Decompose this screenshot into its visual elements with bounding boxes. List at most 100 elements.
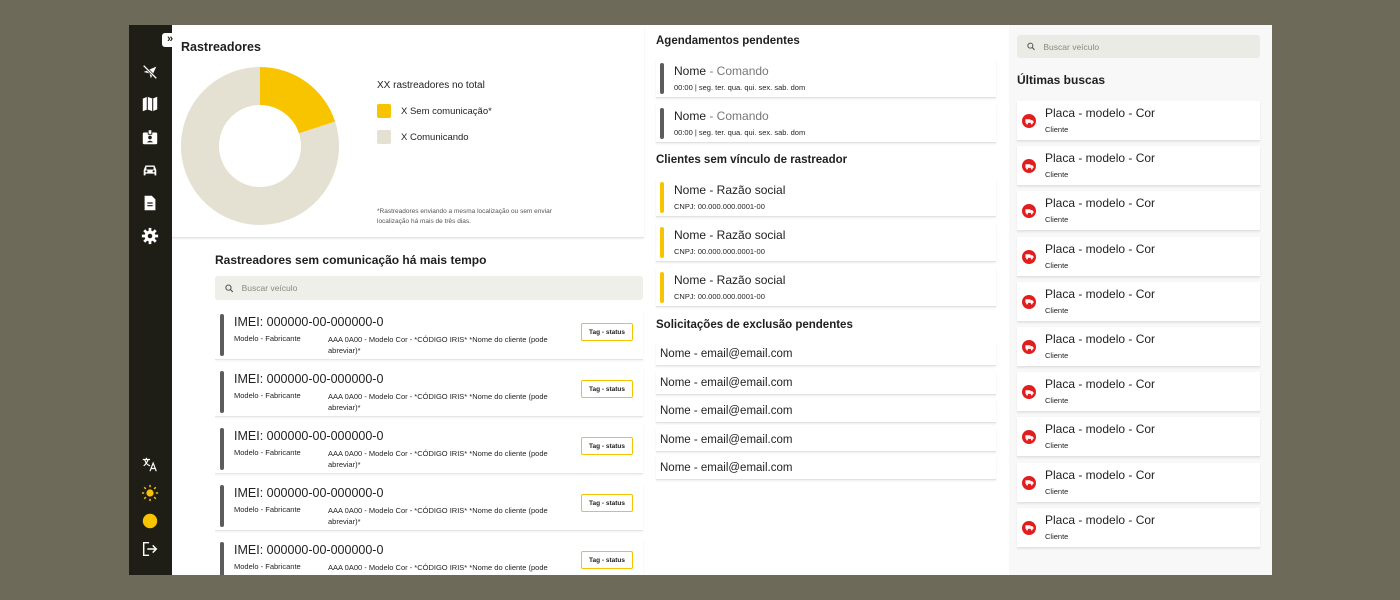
recent-item-client: Cliente xyxy=(1045,170,1069,180)
recent-search-item[interactable]: Placa - modelo - Cor Cliente xyxy=(1017,281,1260,322)
client-name: Nome - Razão social xyxy=(674,183,786,197)
exclusion-item[interactable]: Nome - email@email.com xyxy=(656,428,996,452)
recent-item-name: Placa - modelo - Cor xyxy=(1045,106,1156,120)
imei-label: IMEI: 000000-00-000000-0 xyxy=(234,486,384,500)
recent-search-item[interactable]: Placa - modelo - Cor Cliente xyxy=(1017,507,1260,548)
recent-search-item[interactable]: Placa - modelo - Cor Cliente xyxy=(1017,236,1260,277)
recent-item-client: Cliente xyxy=(1045,531,1069,541)
legend-swatch-comm xyxy=(377,130,391,144)
status-tag[interactable]: Tag - status xyxy=(581,551,633,569)
recent-item-client: Cliente xyxy=(1045,351,1069,360)
model-label: Modelo - Fabricante xyxy=(234,334,301,343)
recent-item-name: Placa - modelo - Cor xyxy=(1045,377,1156,392)
logout-icon[interactable] xyxy=(141,540,159,558)
imei-label: IMEI: 000000-00-000000-0 xyxy=(234,372,384,386)
recent-search-input[interactable] xyxy=(1043,41,1260,52)
recent-search-item[interactable]: Placa - modelo - Cor Cliente xyxy=(1017,101,1260,141)
status-tag[interactable]: Tag - status xyxy=(581,494,633,512)
client-name: Nome - Razão social xyxy=(674,228,786,242)
tracker-row[interactable]: IMEI: 000000-00-000000-0 Modelo - Fabric… xyxy=(215,424,643,474)
tracker-row[interactable]: IMEI: 000000-00-000000-0 Modelo - Fabric… xyxy=(215,367,643,417)
app-window: » Rastreadores XX rastreadores no total … xyxy=(129,25,1272,575)
trackers-title: Rastreadores xyxy=(181,40,261,54)
vehicle-search-input[interactable] xyxy=(241,283,643,293)
status-bar xyxy=(660,227,664,258)
vehicle-description: AAA 0A00 - Modelo Cor - *CÓDIGO IRIS* *N… xyxy=(328,563,548,575)
donut-slice-0 xyxy=(260,67,336,134)
clients-title: Clientes sem vínculo de rastreador xyxy=(656,154,848,166)
no-comm-title: Rastreadores sem comunicação há mais tem… xyxy=(215,253,487,267)
trackers-donut-chart xyxy=(181,67,339,225)
recent-search-item[interactable]: Placa - modelo - Cor Cliente xyxy=(1017,146,1260,187)
schedule-time: 00:00 | seg. ter. qua. qui. sex. sab. do… xyxy=(674,83,806,92)
legend-swatch-no-comm xyxy=(377,104,391,118)
imei-label: IMEI: 000000-00-000000-0 xyxy=(234,429,384,443)
status-dot-icon[interactable] xyxy=(141,512,159,530)
tracker-row[interactable]: IMEI: 000000-00-000000-0 Modelo - Fabric… xyxy=(215,310,643,360)
recent-item-name: Placa - modelo - Cor xyxy=(1045,467,1156,482)
truck-icon xyxy=(1022,475,1036,490)
tracker-row[interactable]: IMEI: 000000-00-000000-0 Modelo - Fabric… xyxy=(215,538,643,575)
recent-search-item[interactable]: Placa - modelo - Cor Cliente xyxy=(1017,327,1260,367)
recent-item-name: Placa - modelo - Cor xyxy=(1045,241,1156,256)
schedule-time: 00:00 | seg. ter. qua. qui. sex. sab. do… xyxy=(674,128,806,137)
settings-icon[interactable] xyxy=(141,227,159,245)
imei-label: IMEI: 000000-00-000000-0 xyxy=(234,315,384,329)
no-location-icon[interactable] xyxy=(141,63,159,81)
recent-search-item[interactable]: Placa - modelo - Cor Cliente xyxy=(1017,417,1260,458)
vehicle-search-bar xyxy=(215,276,643,300)
car-icon[interactable] xyxy=(141,161,159,179)
client-cnpj: CNPJ: 00.000.000.0001-00 xyxy=(674,292,765,301)
map-icon[interactable] xyxy=(141,95,159,113)
truck-icon xyxy=(1022,385,1036,400)
recent-search-bar xyxy=(1017,35,1260,58)
status-bar xyxy=(220,428,224,470)
status-bar xyxy=(220,371,224,413)
recent-title: Últimas buscas xyxy=(1017,73,1106,87)
exclusion-item[interactable]: Nome - email@email.com xyxy=(656,456,996,480)
schedules-title: Agendamentos pendentes xyxy=(656,35,800,47)
trackers-total-text: XX rastreadores no total xyxy=(377,80,485,91)
recent-search-item[interactable]: Placa - modelo - Cor Cliente xyxy=(1017,462,1260,503)
recent-item-name: Placa - modelo - Cor xyxy=(1045,512,1156,527)
model-label: Modelo - Fabricante xyxy=(234,448,301,457)
status-tag[interactable]: Tag - status xyxy=(581,437,633,455)
exclusions-title: Solicitações de exclusão pendentes xyxy=(656,319,853,331)
client-name: Nome - Razão social xyxy=(674,273,786,287)
client-card[interactable]: Nome - Razão social CNPJ: 00.000.000.000… xyxy=(656,223,996,262)
status-tag[interactable]: Tag - status xyxy=(581,323,633,341)
client-card[interactable]: Nome - Razão social CNPJ: 00.000.000.000… xyxy=(656,178,996,217)
sun-icon[interactable] xyxy=(141,484,159,502)
truck-icon xyxy=(1022,340,1036,354)
truck-icon xyxy=(1022,114,1036,128)
exclusion-item[interactable]: Nome - email@email.com xyxy=(656,371,996,395)
status-bar xyxy=(660,108,664,139)
truck-icon xyxy=(1022,430,1036,445)
document-icon[interactable] xyxy=(141,194,159,212)
exclusion-item[interactable]: Nome - email@email.com xyxy=(656,342,996,366)
truck-icon xyxy=(1022,520,1036,535)
schedule-card[interactable]: Nome - Comando 00:00 | seg. ter. qua. qu… xyxy=(656,104,996,143)
recent-item-name: Placa - modelo - Cor xyxy=(1045,332,1156,346)
recent-item-client: Cliente xyxy=(1045,260,1069,270)
recent-search-item[interactable]: Placa - modelo - Cor Cliente xyxy=(1017,191,1260,232)
status-tag[interactable]: Tag - status xyxy=(581,380,633,398)
legend-label: X Comunicando xyxy=(401,131,469,143)
contact-card-icon[interactable] xyxy=(141,128,159,146)
tracker-row[interactable]: IMEI: 000000-00-000000-0 Modelo - Fabric… xyxy=(215,481,643,531)
truck-icon xyxy=(1022,249,1036,264)
recent-item-client: Cliente xyxy=(1045,125,1069,134)
truck-icon xyxy=(1022,204,1036,219)
truck-icon xyxy=(1022,294,1036,309)
recent-item-name: Placa - modelo - Cor xyxy=(1045,196,1156,211)
schedule-name: Nome - Comando xyxy=(674,109,769,123)
client-card[interactable]: Nome - Razão social CNPJ: 00.000.000.000… xyxy=(656,268,996,307)
recent-search-item[interactable]: Placa - modelo - Cor Cliente xyxy=(1017,372,1260,413)
search-icon xyxy=(1027,42,1035,51)
status-bar xyxy=(660,182,664,213)
schedule-card[interactable]: Nome - Comando 00:00 | seg. ter. qua. qu… xyxy=(656,59,996,98)
recent-item-client: Cliente xyxy=(1045,215,1069,225)
exclusion-item[interactable]: Nome - email@email.com xyxy=(656,399,996,423)
status-bar xyxy=(220,485,224,527)
translate-icon[interactable] xyxy=(141,455,159,473)
